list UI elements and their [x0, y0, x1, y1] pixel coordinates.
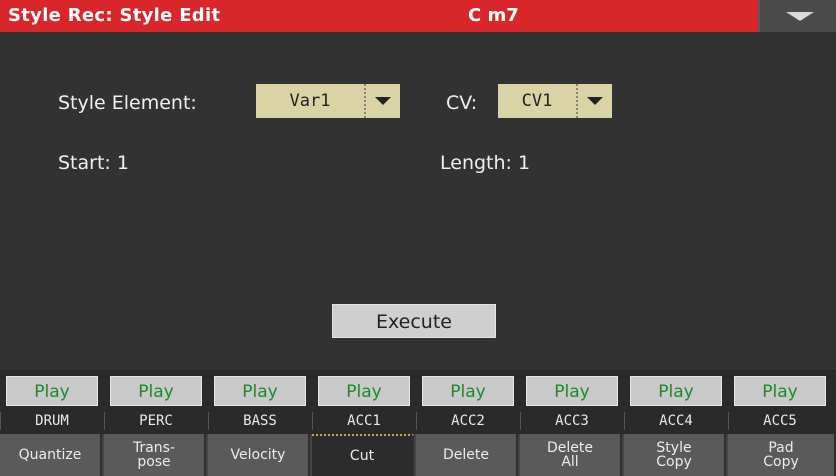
play-button[interactable]: Play	[630, 376, 722, 406]
tab-quantize[interactable]: Quantize	[0, 434, 102, 476]
cv-dropdown[interactable]: CV1	[498, 84, 612, 118]
track-drum: Play DRUM	[0, 370, 102, 434]
page-title: Style Rec: Style Edit	[8, 5, 221, 26]
track-name: PERC	[104, 412, 207, 430]
track-acc4: Play ACC4	[624, 370, 726, 434]
tab-transpose[interactable]: Trans- pose	[104, 434, 206, 476]
tab-delete[interactable]: Delete	[416, 434, 518, 476]
play-button[interactable]: Play	[422, 376, 514, 406]
play-button[interactable]: Play	[214, 376, 306, 406]
tab-pad-copy[interactable]: Pad Copy	[728, 434, 836, 476]
track-name: ACC4	[624, 412, 727, 430]
play-button[interactable]: Play	[6, 376, 98, 406]
track-acc2: Play ACC2	[416, 370, 518, 434]
track-acc3: Play ACC3	[520, 370, 622, 434]
chord-display: C m7	[468, 5, 519, 26]
chevron-down-icon	[364, 84, 400, 118]
chevron-down-icon	[576, 84, 612, 118]
cv-label: CV:	[446, 92, 478, 114]
track-acc5: Play ACC5	[728, 370, 830, 434]
tab-cut[interactable]: Cut	[312, 434, 414, 476]
triangle-down-icon	[786, 12, 814, 21]
track-name: DRUM	[0, 412, 103, 430]
track-strip: Play DRUM Play PERC Play BASS Play ACC1 …	[0, 370, 836, 434]
page-menu-button[interactable]	[758, 0, 836, 32]
play-button[interactable]: Play	[318, 376, 410, 406]
track-name: ACC5	[728, 412, 831, 430]
title-bar: Style Rec: Style Edit C m7	[0, 0, 836, 32]
track-bass: Play BASS	[208, 370, 310, 434]
track-name: BASS	[208, 412, 311, 430]
track-name: ACC3	[520, 412, 623, 430]
edit-panel: Style Element: Var1 CV: CV1 Start: 1 Len…	[0, 32, 836, 370]
tab-style-copy[interactable]: Style Copy	[624, 434, 726, 476]
cv-value: CV1	[521, 91, 553, 111]
play-button[interactable]: Play	[526, 376, 618, 406]
style-element-value: Var1	[289, 91, 331, 111]
start-value[interactable]: Start: 1	[58, 152, 129, 174]
length-value[interactable]: Length: 1	[440, 152, 530, 174]
play-button[interactable]: Play	[110, 376, 202, 406]
track-name: ACC2	[416, 412, 519, 430]
function-tabs: Quantize Trans- pose Velocity Cut Delete…	[0, 434, 836, 476]
style-element-label: Style Element:	[58, 92, 197, 114]
style-element-dropdown[interactable]: Var1	[256, 84, 400, 118]
tab-delete-all[interactable]: Delete All	[520, 434, 622, 476]
execute-button[interactable]: Execute	[332, 304, 496, 338]
track-name: ACC1	[312, 412, 415, 430]
play-button[interactable]: Play	[734, 376, 826, 406]
tab-velocity[interactable]: Velocity	[208, 434, 310, 476]
track-acc1: Play ACC1	[312, 370, 414, 434]
track-perc: Play PERC	[104, 370, 206, 434]
